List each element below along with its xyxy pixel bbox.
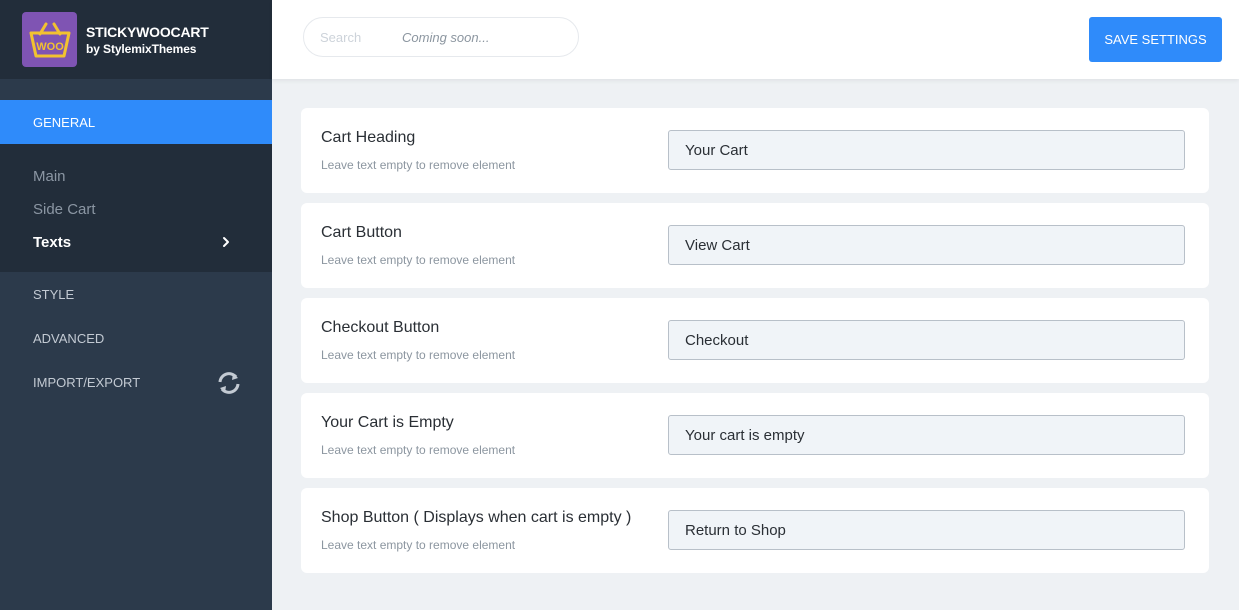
brand-subtitle: by StylemixThemes	[86, 41, 197, 56]
checkout-button-input[interactable]	[668, 320, 1185, 360]
setting-card-checkout-button: Checkout Button Leave text empty to remo…	[301, 298, 1209, 383]
texts-settings-panel: Cart Heading Leave text empty to remove …	[301, 108, 1209, 583]
sync-icon	[218, 372, 240, 394]
cart-empty-input[interactable]	[668, 415, 1185, 455]
setting-title: Checkout Button	[321, 319, 440, 336]
sidebar-item-label: IMPORT/EXPORT	[33, 374, 141, 390]
brand-header: WOO STICKYWOOCART by StylemixThemes	[0, 0, 272, 79]
sidebar-subitem-label: Texts	[33, 234, 72, 251]
cart-heading-input[interactable]	[668, 130, 1185, 170]
top-bar: Coming soon... SAVE SETTINGS	[272, 0, 1239, 79]
brand-title: STICKYWOOCART	[86, 23, 209, 40]
sidebar-subitem-side-cart[interactable]: Side Cart	[0, 193, 272, 226]
sidebar-subitem-texts[interactable]: Texts	[0, 226, 272, 259]
sidebar-subitem-label: Side Cart	[33, 201, 96, 218]
sidebar-subitem-main[interactable]: Main	[0, 160, 272, 193]
search-box: Coming soon...	[303, 17, 579, 57]
cart-button-input[interactable]	[668, 225, 1185, 265]
logo-text: WOO	[36, 41, 64, 53]
save-settings-button[interactable]: SAVE SETTINGS	[1089, 17, 1222, 62]
setting-card-cart-heading: Cart Heading Leave text empty to remove …	[301, 108, 1209, 193]
sidebar-subitem-label: Main	[33, 168, 66, 185]
setting-card-cart-button: Cart Button Leave text empty to remove e…	[301, 203, 1209, 288]
sidebar-item-advanced[interactable]: ADVANCED	[0, 316, 272, 360]
setting-title: Cart Button	[321, 224, 402, 241]
setting-description: Leave text empty to remove element	[321, 253, 516, 267]
setting-card-shop-button: Shop Button ( Displays when cart is empt…	[301, 488, 1209, 573]
sidebar-nav: GENERAL Main Side Cart Texts STYLE ADVAN…	[0, 100, 272, 404]
setting-description: Leave text empty to remove element	[321, 443, 516, 457]
setting-description: Leave text empty to remove element	[321, 348, 516, 362]
setting-title: Cart Heading	[321, 129, 416, 146]
chevron-right-icon	[223, 237, 229, 247]
setting-title: Shop Button ( Displays when cart is empt…	[321, 509, 632, 526]
search-input[interactable]	[320, 29, 390, 45]
general-subnav: Main Side Cart Texts	[0, 144, 272, 272]
sidebar: WOO STICKYWOOCART by StylemixThemes GENE…	[0, 0, 272, 610]
shop-button-input[interactable]	[668, 510, 1185, 550]
setting-card-cart-empty: Your Cart is Empty Leave text empty to r…	[301, 393, 1209, 478]
sidebar-item-import-export[interactable]: IMPORT/EXPORT	[0, 360, 272, 404]
sidebar-item-general[interactable]: GENERAL	[0, 100, 272, 144]
sidebar-item-style[interactable]: STYLE	[0, 272, 272, 316]
setting-description: Leave text empty to remove element	[321, 538, 516, 552]
basket-icon: WOO	[29, 22, 70, 57]
app-logo: WOO	[22, 12, 77, 67]
setting-title: Your Cart is Empty	[321, 414, 454, 431]
setting-description: Leave text empty to remove element	[321, 158, 516, 172]
coming-soon-label: Coming soon...	[402, 29, 490, 45]
